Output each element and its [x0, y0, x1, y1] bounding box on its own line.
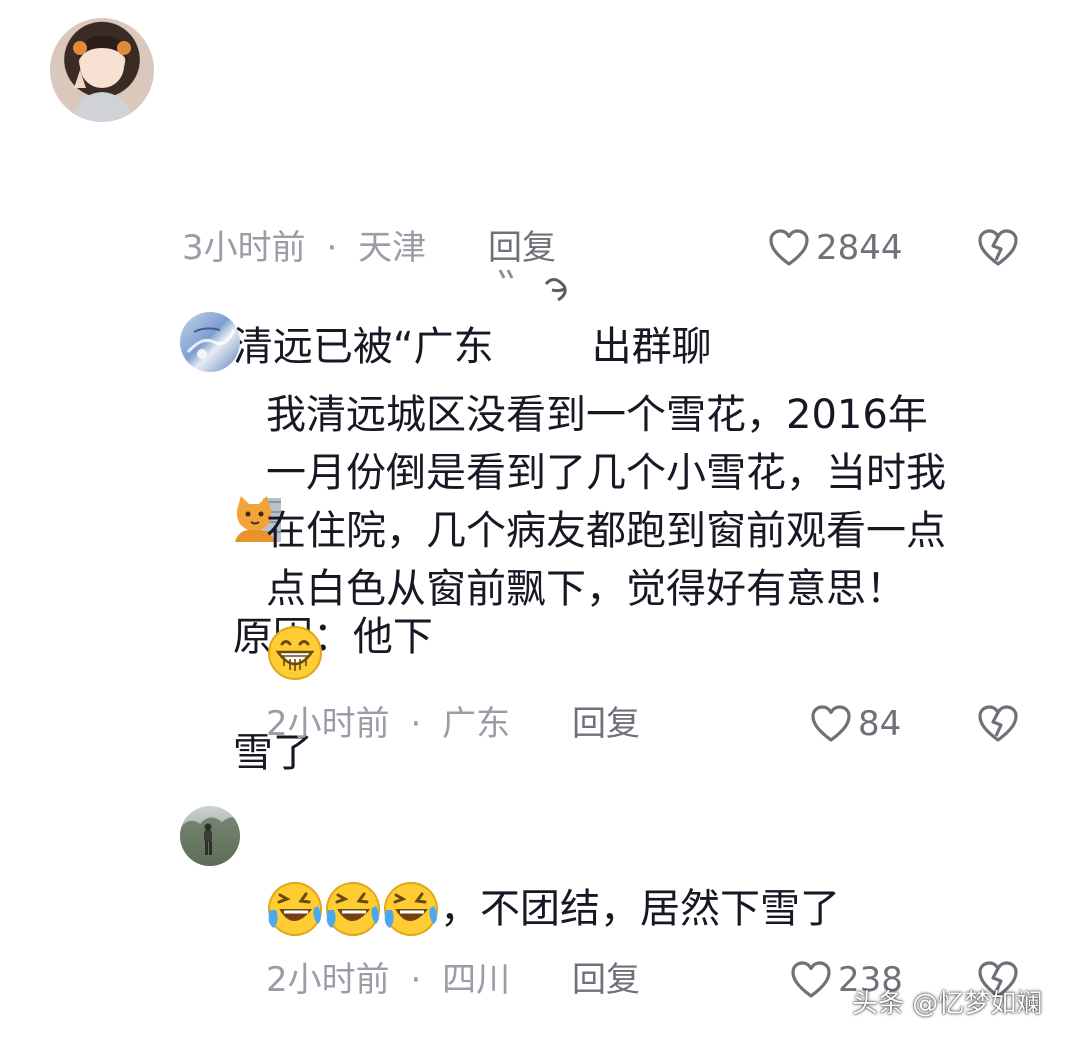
- comment-meta: 2小时前 · 四川: [266, 960, 510, 1000]
- broken-heart-icon: [978, 229, 1018, 266]
- tears-of-joy-emoji: [384, 882, 438, 936]
- broken-heart-icon: [978, 705, 1018, 742]
- comment-2: 我清远城区没看到一个雪花，2016年 一月份倒是看到了几个小雪花，当时我 在住院…: [0, 290, 1080, 770]
- grinning-face-emoji: [266, 624, 324, 682]
- comment-text-part: ，不团结，居然下雪了: [440, 886, 840, 932]
- avatar[interactable]: [180, 806, 240, 866]
- meta-separator: ·: [410, 960, 422, 1000]
- avatar[interactable]: [180, 312, 240, 372]
- meta-separator: ·: [410, 704, 422, 744]
- heart-outline-icon: [811, 705, 851, 742]
- comment-meta: 3小时前 · 天津: [182, 228, 426, 268]
- reply-button[interactable]: 回复: [488, 228, 556, 268]
- avatar[interactable]: [50, 18, 154, 122]
- watermark: 头条 @忆梦如斓: [852, 989, 1043, 1019]
- comment-text: 我清远城区没看到一个雪花，2016年 一月份倒是看到了几个小雪花，当时我 在住院…: [266, 392, 946, 612]
- like-count: 2844: [816, 228, 903, 268]
- heart-outline-icon: [791, 961, 831, 998]
- timestamp: 3小时前: [182, 228, 306, 268]
- tears-of-joy-emoji: [326, 882, 380, 936]
- timestamp: 2小时前: [266, 704, 390, 744]
- comment-1: 清远已被“广东 出群聊 原因：他下 雪了 3小时前 · 天津 回复 2844: [0, 0, 1080, 776]
- avatar-portrait: [72, 35, 134, 122]
- redacted-text: [494, 146, 592, 302]
- avatar-painting: [186, 327, 236, 359]
- like-button[interactable]: 2844: [768, 228, 903, 268]
- timestamp: 2小时前: [266, 960, 390, 1000]
- reply-button[interactable]: 回复: [572, 960, 640, 1000]
- avatar-photo: [180, 817, 240, 866]
- location: 广东: [442, 704, 511, 744]
- meta-separator: ·: [326, 228, 338, 268]
- dislike-button[interactable]: [976, 704, 1020, 748]
- reply-button[interactable]: 回复: [572, 704, 640, 744]
- like-button[interactable]: 84: [810, 704, 901, 744]
- location: 四川: [442, 960, 511, 1000]
- comment-meta: 2小时前 · 广东: [266, 704, 510, 744]
- tears-of-joy-emoji: [268, 882, 322, 936]
- dislike-button[interactable]: [976, 228, 1020, 272]
- like-count: 84: [858, 704, 902, 744]
- heart-outline-icon: [769, 229, 809, 266]
- location: 天津: [358, 228, 427, 268]
- comment-text: ，不团结，居然下雪了: [266, 880, 1056, 938]
